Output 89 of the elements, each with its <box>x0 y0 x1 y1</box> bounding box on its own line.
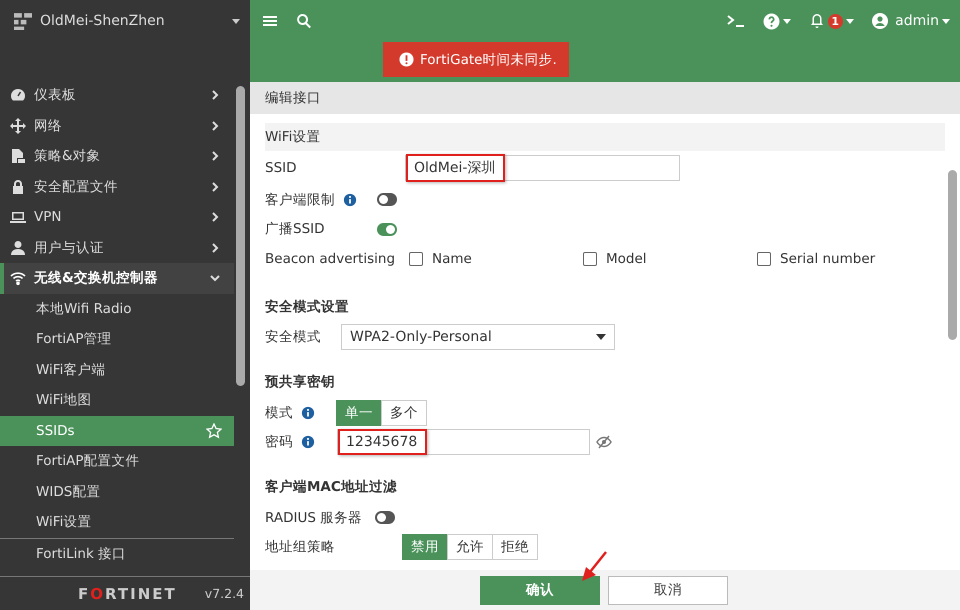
scrollbar[interactable] <box>236 86 245 386</box>
field-label: 地址组策略 <box>265 538 335 556</box>
menu-icon <box>262 13 278 29</box>
checkbox-label: Name <box>432 250 472 267</box>
menu-item[interactable]: 策略&对象 <box>0 141 234 172</box>
user-avatar-icon <box>872 13 888 29</box>
submenu-item[interactable]: WiFi客户端 <box>0 354 234 385</box>
menu-item[interactable]: 网络 <box>0 110 234 141</box>
checkbox[interactable] <box>409 252 423 266</box>
checkbox-label: Model <box>606 250 647 267</box>
page-title: 编辑接口 <box>250 82 960 114</box>
document-icon <box>10 148 26 164</box>
chevron-down-icon <box>210 273 220 284</box>
menu-item[interactable]: 安全配置文件 <box>0 172 234 202</box>
help-icon <box>762 12 780 30</box>
section-heading: 预共享密钥 <box>265 373 335 391</box>
mode-option[interactable]: 多个 <box>381 400 427 426</box>
ssid-field[interactable]: OldMei-深圳 <box>405 155 680 181</box>
field-label: RADIUS 服务器 <box>265 508 362 527</box>
menu-item[interactable]: 仪表板 <box>0 80 234 110</box>
field-label: SSID <box>265 160 297 176</box>
terminal-icon[interactable] <box>726 14 745 28</box>
menu-item[interactable]: 无线&交换机控制器 <box>0 263 234 294</box>
move-arrows-icon <box>10 118 26 134</box>
chevron-right-icon <box>210 151 220 162</box>
bell-icon <box>808 13 825 29</box>
submenu-item[interactable]: FortiLink 接口 <box>0 538 234 569</box>
section-header: WiFi设置 <box>265 123 945 151</box>
search-icon <box>296 13 312 29</box>
security-mode-select[interactable]: WPA2-Only-Personal <box>341 324 615 350</box>
menu-item[interactable]: VPN <box>0 202 234 232</box>
submenu-item[interactable]: 本地Wifi Radio <box>0 294 234 324</box>
version-label: v7.2.4 <box>204 586 244 601</box>
submenu-item[interactable]: WiFi地图 <box>0 385 234 416</box>
field-label: Beacon advertising <box>265 250 396 267</box>
lock-icon <box>10 178 26 195</box>
notification-badge: 1 <box>828 14 843 28</box>
eye-slash-icon <box>596 434 612 450</box>
toggle-switch[interactable] <box>377 222 397 236</box>
info-icon <box>343 192 357 207</box>
policy-option[interactable]: 拒绝 <box>492 534 538 560</box>
star-icon[interactable] <box>206 422 222 439</box>
submenu-item[interactable]: WiFi设置 <box>0 507 234 538</box>
chevron-right-icon <box>210 212 220 222</box>
field-label: 安全模式 <box>265 328 321 346</box>
submenu-item[interactable]: SSIDs <box>0 416 234 446</box>
gauge-icon <box>10 87 26 104</box>
section-heading: 客户端MAC地址过滤 <box>265 478 397 496</box>
confirm-button[interactable]: 确认 <box>480 576 600 604</box>
user-icon <box>10 240 26 256</box>
toggle-switch[interactable] <box>377 193 397 206</box>
alert-text: FortiGate时间未同步. <box>420 50 557 68</box>
exclamation-icon <box>399 52 414 67</box>
chevron-right-icon <box>210 182 220 192</box>
submenu-item[interactable]: FortiAP配置文件 <box>0 446 234 476</box>
field-label: 密码 <box>265 433 293 452</box>
section-heading: 安全模式设置 <box>265 298 349 316</box>
checkbox[interactable] <box>757 252 771 266</box>
field-label: 广播SSID <box>265 220 325 238</box>
field-label: 模式 <box>265 404 293 422</box>
info-icon <box>301 406 315 420</box>
caret-icon <box>232 18 240 24</box>
annotation-arrow <box>580 550 610 582</box>
checkbox[interactable] <box>583 252 597 266</box>
user-name[interactable]: admin <box>890 13 939 29</box>
wifi-icon <box>10 270 26 286</box>
firewall-icon <box>14 12 32 30</box>
policy-option[interactable]: 禁用 <box>402 534 448 560</box>
policy-option[interactable]: 允许 <box>447 534 493 560</box>
caret-icon <box>942 18 950 24</box>
info-icon <box>301 435 315 450</box>
password-field[interactable]: 12345678 <box>337 429 590 456</box>
chevron-right-icon <box>210 90 220 100</box>
checkbox-label: Serial number <box>780 250 876 267</box>
field-label: 客户端限制 <box>265 190 335 209</box>
caret-icon <box>846 18 854 24</box>
scrollbar[interactable] <box>948 170 957 340</box>
submenu-item[interactable]: WIDS配置 <box>0 476 234 507</box>
caret-icon <box>782 18 791 24</box>
submenu-item[interactable]: FortiAP管理 <box>0 324 234 354</box>
caret-icon <box>596 334 606 340</box>
chevron-right-icon <box>210 242 220 253</box>
device-name[interactable]: OldMei-ShenZhen <box>40 13 224 29</box>
cancel-button[interactable]: 取消 <box>608 576 728 604</box>
chevron-right-icon <box>210 120 220 131</box>
menu-item[interactable]: 用户与认证 <box>0 232 234 263</box>
laptop-icon <box>10 209 26 226</box>
toggle-switch[interactable] <box>375 511 395 524</box>
mode-option[interactable]: 单一 <box>336 400 382 426</box>
